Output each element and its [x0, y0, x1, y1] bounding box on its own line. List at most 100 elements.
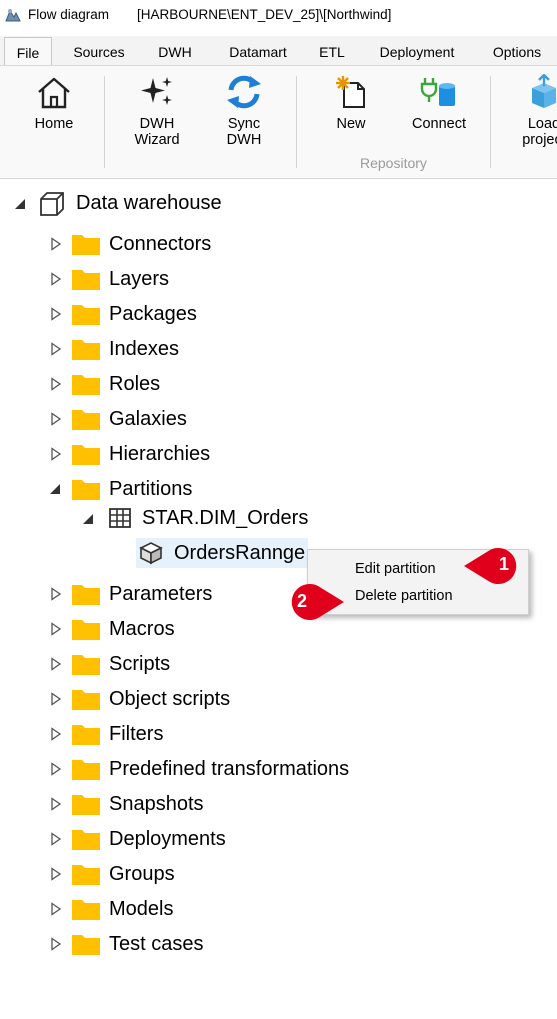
tab-options[interactable]: Options [484, 40, 550, 65]
tree-item-label: Test cases [109, 933, 204, 955]
tree-item-label: Predefined transformations [109, 758, 350, 780]
tree-item[interactable]: Models [0, 892, 557, 927]
folder-icon [72, 900, 100, 920]
tree-item[interactable]: Roles [0, 367, 557, 402]
tree-item[interactable]: Filters [0, 717, 557, 752]
ribbon-separator [490, 76, 491, 168]
folder-icon [72, 795, 100, 815]
tree-item-label: Hierarchies [109, 443, 211, 465]
folder-icon [72, 270, 100, 290]
collapsed-arrow-icon[interactable] [49, 692, 63, 706]
tree-item[interactable]: Hierarchies [0, 437, 557, 472]
load-box-icon [532, 74, 556, 108]
callout-number-2: 2 [296, 591, 307, 611]
repository-group-label: Repository [360, 155, 427, 171]
title-bar: Flow diagram [HARBOURNE\ENT_DEV_25]\[Nor… [0, 0, 557, 30]
tree-item[interactable]: Galaxies [0, 402, 557, 437]
load-project-button[interactable]: Load project [514, 74, 557, 148]
sync-dwh-button[interactable]: Sync DWH [212, 74, 276, 148]
collapsed-arrow-icon[interactable] [49, 622, 63, 636]
ribbon-separator [296, 76, 297, 168]
collapsed-arrow-icon[interactable] [49, 832, 63, 846]
collapsed-arrow-icon[interactable] [49, 237, 63, 251]
dwh-wizard-label: Wizard [134, 132, 180, 148]
tree-item-label: Snapshots [109, 793, 204, 815]
collapsed-arrow-icon[interactable] [49, 727, 63, 741]
tree-item[interactable]: Groups [0, 857, 557, 892]
tree-item[interactable]: Snapshots [0, 787, 557, 822]
home-label: Home [34, 116, 74, 132]
tab-sources[interactable]: Sources [62, 40, 136, 65]
expanded-arrow-icon[interactable] [14, 197, 28, 211]
collapsed-arrow-icon[interactable] [49, 307, 63, 321]
tree-root-label[interactable]: Data warehouse [76, 192, 222, 215]
collapsed-arrow-icon[interactable] [49, 867, 63, 881]
folder-icon [72, 865, 100, 885]
new-document-icon [336, 76, 365, 108]
tab-label: File [16, 45, 40, 61]
tab-deployment[interactable]: Deployment [370, 40, 464, 65]
connect-button[interactable]: Connect [404, 74, 474, 132]
collapsed-arrow-icon[interactable] [49, 902, 63, 916]
tree-item[interactable]: Test cases [0, 927, 557, 962]
tree-item[interactable]: Object scripts [0, 682, 557, 717]
dwh-wizard-button[interactable]: DWH Wizard [124, 74, 190, 148]
collapsed-arrow-icon[interactable] [49, 762, 63, 776]
edit-partition-menu-item[interactable]: Edit partition [355, 561, 436, 577]
dwh-wizard-label: DWH [139, 116, 175, 132]
tree-item[interactable]: Deployments [0, 822, 557, 857]
app-logo-icon [5, 9, 21, 22]
tab-file[interactable]: File [4, 37, 52, 66]
collapsed-arrow-icon[interactable] [49, 937, 63, 951]
tab-label: Deployment [379, 44, 455, 60]
cube-icon [40, 192, 64, 216]
sparkle-icon [141, 77, 172, 105]
folder-icon [72, 305, 100, 325]
expanded-arrow-icon[interactable] [49, 482, 63, 496]
folder-icon [72, 375, 100, 395]
tab-etl[interactable]: ETL [312, 40, 352, 65]
tree-item-label: Filters [109, 723, 164, 745]
tab-dwh[interactable]: DWH [150, 40, 200, 65]
tab-label: Sources [73, 44, 125, 60]
folder-icon [72, 445, 100, 465]
tab-label: Datamart [229, 44, 287, 60]
collapsed-arrow-icon[interactable] [49, 447, 63, 461]
collapsed-arrow-icon[interactable] [49, 797, 63, 811]
new-button[interactable]: New [326, 74, 376, 132]
collapsed-arrow-icon[interactable] [49, 412, 63, 426]
tree-item[interactable]: Partitions [0, 472, 557, 507]
collapsed-arrow-icon[interactable] [49, 657, 63, 671]
sync-dwh-label: Sync [227, 116, 261, 132]
tab-datamart[interactable]: Datamart [218, 40, 298, 65]
tree-item[interactable]: Indexes [0, 332, 557, 367]
tree-item-partition[interactable]: OrdersRannge [174, 542, 305, 565]
collapsed-arrow-icon[interactable] [49, 587, 63, 601]
tree-item[interactable]: Scripts [0, 647, 557, 682]
connection-label: [HARBOURNE\ENT_DEV_25]\[Northwind] [137, 7, 392, 22]
tree-item-label: Scripts [109, 653, 171, 675]
home-button[interactable]: Home [26, 74, 82, 132]
folder-icon [72, 480, 100, 500]
folder-icon [72, 655, 100, 675]
tree-item[interactable]: Predefined transformations [0, 752, 557, 787]
tree-item[interactable]: Packages [0, 297, 557, 332]
ribbon-separator [104, 76, 105, 168]
load-project-label: Load [527, 116, 557, 132]
ribbon-tabs: File Sources DWH Datamart ETL Deployment… [0, 36, 557, 66]
tree-item[interactable]: Layers [0, 262, 557, 297]
tree-item-label: Indexes [109, 338, 180, 360]
folder-icon [72, 340, 100, 360]
folder-icon [72, 830, 100, 850]
folder-icon [72, 410, 100, 430]
expanded-arrow-icon[interactable] [82, 512, 96, 526]
tree-item-label: Groups [109, 863, 175, 885]
collapsed-arrow-icon[interactable] [49, 342, 63, 356]
delete-partition-menu-item[interactable]: Delete partition [355, 588, 453, 604]
tree-item-partition-table[interactable]: STAR.DIM_Orders [142, 507, 308, 530]
collapsed-arrow-icon[interactable] [49, 272, 63, 286]
tree-item-label: Layers [109, 268, 170, 290]
tree-item[interactable]: Connectors [0, 227, 557, 262]
tab-label: DWH [158, 44, 192, 60]
collapsed-arrow-icon[interactable] [49, 377, 63, 391]
